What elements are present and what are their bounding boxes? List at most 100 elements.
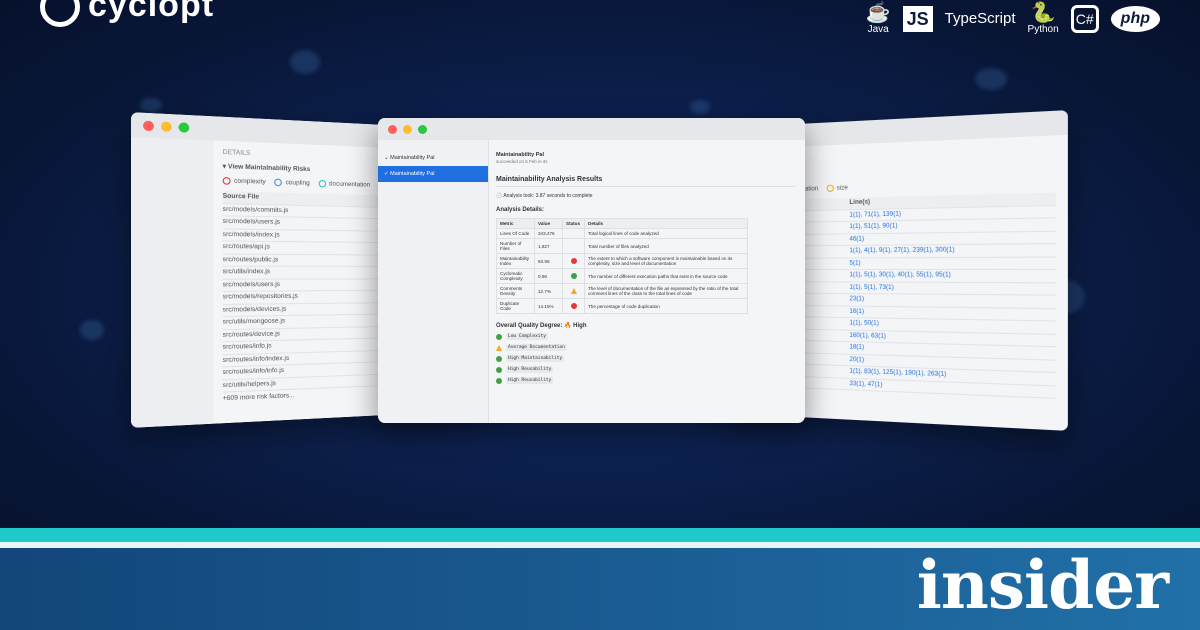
- csharp-label: C#: [1071, 5, 1099, 33]
- metrics-body: Lines Of Code 343,476 Total logical lines …: [497, 229, 748, 314]
- metric-name: Maintainability Index: [497, 254, 535, 269]
- chip-label: coupling: [286, 180, 310, 187]
- metric-value: 93.98: [535, 254, 563, 269]
- minimize-dot-icon[interactable]: [161, 121, 172, 132]
- java-logo: ☕ Java: [866, 2, 891, 35]
- bokeh-dot: [290, 50, 320, 74]
- line-refs[interactable]: 16(1): [849, 306, 864, 317]
- bokeh-dot: [80, 320, 104, 340]
- chip-complexity[interactable]: complexity: [223, 177, 266, 186]
- line-refs[interactable]: 1(1), 4(1), 9(1), 27(1), 239(1), 300(1): [849, 245, 954, 257]
- metric-status: [563, 299, 585, 314]
- quality-label: Overall Quality Degree:: [496, 323, 562, 329]
- pipeline-sidebar: ⌄ Maintainability Pal ✓ Maintainability …: [378, 140, 489, 423]
- language-logos: ☕ Java JS TypeScript 🐍 Python C# php: [866, 2, 1160, 35]
- quality-value: 🔥 High: [564, 323, 586, 329]
- line-refs[interactable]: 1(1), 71(1), 139(1): [849, 209, 901, 221]
- column-header: Value: [535, 219, 563, 229]
- metric-value: 1,827: [535, 239, 563, 254]
- line-refs[interactable]: 1(1), 5(1), 73(1): [849, 282, 893, 293]
- results-title: Maintainability Analysis Results: [496, 176, 795, 187]
- check-circle-icon: [571, 273, 577, 279]
- csharp-logo: C#: [1071, 5, 1099, 33]
- python-label: Python: [1028, 24, 1059, 35]
- table-row: Maintainability Index 93.98 The extent to …: [497, 254, 748, 269]
- metric-details: The percentage of code duplication: [585, 299, 748, 314]
- line-refs[interactable]: 33(1), 47(1): [849, 378, 882, 390]
- line-refs[interactable]: 1(1), 5(1), 30(1), 40(1), 55(1), 95(1): [849, 270, 950, 281]
- php-label: php: [1111, 6, 1160, 32]
- sidebar-item-label: Maintainability Pal: [390, 171, 434, 177]
- line-refs[interactable]: 1(1), 51(1), 90(1): [849, 221, 897, 233]
- php-logo: php: [1111, 6, 1160, 32]
- metric-name: Duplicate Code: [497, 299, 535, 314]
- metric-status: [563, 239, 585, 254]
- job-subtitle: succeeded on 5 Feb in 4s: [496, 159, 795, 164]
- chip-documentation[interactable]: documentation: [318, 180, 370, 189]
- maximize-dot-icon[interactable]: [179, 122, 190, 132]
- maintainability-window: ⌄ Maintainability Pal ✓ Maintainability …: [378, 118, 805, 423]
- metric-name: Cyclomatic Complexity: [497, 269, 535, 284]
- table-header-row: Metric Value Status Details: [497, 219, 748, 229]
- metrics-table: Metric Value Status Details Lines Of Cod…: [496, 218, 748, 314]
- results-panel: Maintainability Pal succeeded on 5 Feb i…: [496, 152, 795, 423]
- table-row: Duplicate Code 14.15% The percentage of co…: [497, 299, 748, 314]
- chip-label: complexity: [234, 178, 266, 185]
- line-refs[interactable]: 20(1): [849, 354, 864, 365]
- sidebar-group[interactable]: ⌄ Maintainability Pal: [378, 150, 488, 166]
- typescript-logo: TypeScript: [945, 10, 1016, 27]
- close-dot-icon[interactable]: [143, 120, 154, 131]
- js-logo: JS: [903, 6, 933, 32]
- chip-label: documentation: [329, 181, 370, 188]
- column-header: Status: [563, 219, 585, 229]
- quality-list: Low Complexity Average Documentation High …: [496, 333, 795, 384]
- metric-value: 0.98: [535, 269, 563, 284]
- error-icon: [571, 258, 577, 264]
- analysis-time-text: Analysis took: 3.87 seconds to complete: [503, 193, 592, 199]
- check-circle-icon: [496, 356, 502, 362]
- column-header: Metric: [497, 219, 535, 229]
- metric-value: 343,476: [535, 229, 563, 239]
- java-label: Java: [868, 24, 889, 35]
- minimize-dot-icon[interactable]: [403, 125, 412, 134]
- line-refs[interactable]: 46(1): [849, 234, 864, 245]
- column-header: Details: [585, 219, 748, 229]
- bokeh-dot: [140, 98, 162, 112]
- metric-status: [563, 254, 585, 269]
- metric-value: 14.15%: [535, 299, 563, 314]
- line-refs[interactable]: 23(1): [849, 294, 864, 305]
- maximize-dot-icon[interactable]: [418, 125, 427, 134]
- line-refs[interactable]: 160(1), 63(1): [849, 330, 886, 342]
- sidebar-item-maintainability[interactable]: ✓ Maintainability Pal: [378, 166, 488, 182]
- brand-ring-icon: [40, 0, 80, 27]
- quality-item: Average Documentation: [496, 344, 795, 351]
- metric-status: [563, 229, 585, 239]
- metric-details: The number of different execution paths …: [585, 269, 748, 284]
- line-refs[interactable]: 5(1): [849, 258, 860, 269]
- coupling-icon: [275, 179, 283, 187]
- analysis-time: 🕘 Analysis took: 3.87 seconds to complet…: [496, 193, 795, 199]
- check-circle-icon: [496, 378, 502, 384]
- line-refs[interactable]: 1(1), 50(1): [849, 318, 878, 330]
- job-title: Maintainability Pal: [496, 152, 795, 158]
- quality-tag: High Maintainability: [506, 355, 564, 362]
- sidebar-group-label: Maintainability Pal: [390, 155, 434, 161]
- quality-tag: High Reusability: [506, 366, 553, 373]
- table-row: Lines Of Code 343,476 Total logical lines …: [497, 229, 748, 239]
- chip-size[interactable]: size: [826, 184, 847, 192]
- quality-tag: Low Complexity: [506, 333, 548, 340]
- quality-tag: High Reusability: [506, 377, 553, 384]
- quality-item: Low Complexity: [496, 333, 795, 340]
- metric-details: The extent to which a software component…: [585, 254, 748, 269]
- check-circle-icon: [496, 334, 502, 340]
- quality-item: High Reusability: [496, 366, 795, 373]
- window-titlebar: [378, 118, 805, 140]
- close-dot-icon[interactable]: [388, 125, 397, 134]
- details-title: Analysis Details:: [496, 207, 795, 213]
- metric-name: Comments Density: [497, 284, 535, 299]
- quality-tag: Average Documentation: [506, 344, 567, 351]
- chip-coupling[interactable]: coupling: [275, 179, 310, 188]
- metric-status: [563, 269, 585, 284]
- line-refs[interactable]: 18(1): [849, 342, 864, 353]
- metric-status: [563, 284, 585, 299]
